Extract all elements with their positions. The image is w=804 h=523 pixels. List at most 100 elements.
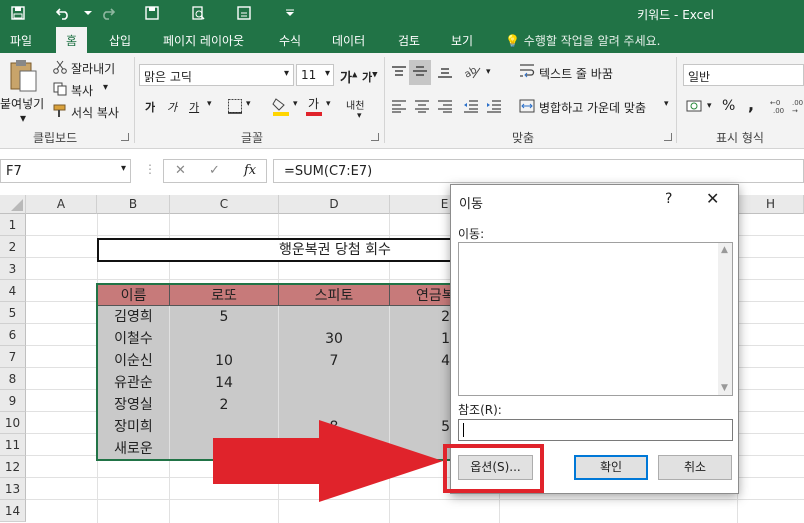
row-header-10[interactable]: 10: [0, 412, 26, 434]
align-top-icon[interactable]: [391, 65, 407, 82]
merge-dropdown-icon[interactable]: ▾: [664, 99, 669, 109]
fill-color-dropdown-icon[interactable]: ▾: [293, 99, 298, 109]
phonetic-dropdown-icon[interactable]: ▾: [357, 111, 362, 121]
row-header-8[interactable]: 8: [0, 368, 26, 390]
border-dropdown-icon[interactable]: ▾: [246, 99, 251, 109]
row-header-4[interactable]: 4: [0, 280, 26, 302]
column-header-h[interactable]: H: [738, 195, 804, 214]
column-header-c[interactable]: C: [170, 195, 279, 214]
row-header-2[interactable]: 2: [0, 236, 26, 258]
table-cell[interactable]: 이순신: [98, 350, 169, 372]
tab-insert[interactable]: 삽입: [109, 32, 131, 49]
confirm-entry-icon[interactable]: ✓: [209, 163, 220, 178]
cut-label[interactable]: 잘라내기: [71, 60, 115, 77]
paste-icon[interactable]: [8, 59, 38, 96]
font-name-select[interactable]: 맑은 고딕 ▾: [139, 64, 294, 86]
table-cell[interactable]: 김영희: [98, 306, 169, 328]
row-header-7[interactable]: 7: [0, 346, 26, 368]
clipboard-launcher-icon[interactable]: [121, 133, 129, 141]
reference-input[interactable]: [458, 419, 733, 441]
column-header-d[interactable]: D: [279, 195, 390, 214]
copy-icon[interactable]: [53, 82, 67, 99]
row-header-11[interactable]: 11: [0, 434, 26, 456]
font-size-select[interactable]: 11 ▾: [296, 64, 334, 86]
decrease-font-icon[interactable]: 가▼: [362, 69, 378, 85]
align-middle-icon[interactable]: [409, 60, 431, 85]
align-bottom-icon[interactable]: [437, 65, 453, 82]
table-cell[interactable]: [170, 328, 278, 350]
table-cell[interactable]: [279, 394, 389, 416]
table-cell[interactable]: [279, 372, 389, 394]
table-cell[interactable]: 5: [170, 306, 278, 328]
align-center-icon[interactable]: [414, 99, 430, 116]
format-painter-label[interactable]: 서식 복사: [71, 104, 119, 121]
header-cell-name[interactable]: 이름: [97, 284, 170, 306]
percent-icon[interactable]: %: [722, 98, 735, 114]
table-cell[interactable]: 30: [279, 328, 389, 350]
orientation-icon[interactable]: ab: [463, 64, 483, 83]
comma-style-icon[interactable]: ,: [748, 95, 754, 114]
format-painter-icon[interactable]: [53, 104, 67, 121]
font-launcher-icon[interactable]: [371, 133, 379, 141]
font-color-dropdown-icon[interactable]: ▾: [326, 99, 331, 109]
scroll-down-icon[interactable]: ▼: [721, 383, 728, 393]
table-cell[interactable]: 장미희: [98, 416, 169, 438]
sheet-title[interactable]: 행운복권 당첨 회수: [97, 238, 507, 262]
merge-center-label[interactable]: 병합하고 가운데 맞춤: [539, 99, 646, 116]
table-cell[interactable]: 이철수: [98, 328, 169, 350]
table-cell[interactable]: 14: [170, 372, 278, 394]
table-cell[interactable]: [279, 306, 389, 328]
scroll-up-icon[interactable]: ▲: [721, 245, 728, 255]
row-header-1[interactable]: 1: [0, 214, 26, 236]
tab-review[interactable]: 검토: [398, 32, 420, 49]
increase-decimal-icon[interactable]: ←0.00: [769, 98, 789, 117]
decrease-decimal-icon[interactable]: .00 →: [792, 98, 804, 117]
increase-indent-icon[interactable]: [486, 99, 502, 116]
column-header-a[interactable]: A: [26, 195, 97, 214]
wrap-text-label[interactable]: 텍스트 줄 바꿈: [539, 65, 613, 82]
copy-dropdown-icon[interactable]: ▾: [103, 82, 108, 93]
insert-function-icon[interactable]: fx: [244, 163, 256, 178]
bold-icon[interactable]: 가: [145, 99, 155, 115]
underline-icon[interactable]: 가: [189, 99, 199, 115]
column-header-b[interactable]: B: [97, 195, 170, 214]
number-format-select[interactable]: 일반: [683, 64, 804, 86]
table-cell[interactable]: 7: [279, 350, 389, 372]
paste-label[interactable]: 붙여넣기: [0, 95, 44, 112]
tab-file[interactable]: 파일: [10, 32, 32, 49]
select-all-corner[interactable]: [0, 195, 26, 214]
orientation-dropdown-icon[interactable]: ▾: [486, 67, 491, 77]
help-button[interactable]: ?: [665, 191, 672, 207]
tab-formulas[interactable]: 수식: [279, 32, 301, 49]
cut-icon[interactable]: [53, 60, 67, 77]
goto-list[interactable]: ▲ ▼: [458, 242, 733, 396]
tab-home[interactable]: 홈: [56, 27, 88, 53]
row-header-12[interactable]: 12: [0, 456, 26, 478]
scrollbar[interactable]: ▲ ▼: [718, 243, 732, 395]
paste-dropdown-icon[interactable]: ▾: [20, 111, 26, 125]
tab-data[interactable]: 데이터: [332, 32, 365, 49]
tell-me-box[interactable]: 💡 수행할 작업을 알려 주세요.: [505, 32, 660, 49]
merge-center-icon[interactable]: [519, 98, 535, 117]
table-cell[interactable]: 2: [170, 394, 278, 416]
row-header-3[interactable]: 3: [0, 258, 26, 280]
tab-view[interactable]: 보기: [451, 32, 473, 49]
formula-input[interactable]: =SUM(C7:E7): [273, 159, 804, 183]
cancel-entry-icon[interactable]: ✕: [175, 163, 186, 178]
increase-font-icon[interactable]: 가▲: [340, 67, 357, 86]
close-button[interactable]: ✕: [706, 189, 719, 208]
header-cell-lotto[interactable]: 로또: [169, 284, 279, 306]
alignment-launcher-icon[interactable]: [664, 133, 672, 141]
decrease-indent-icon[interactable]: [463, 99, 479, 116]
accounting-dropdown-icon[interactable]: ▾: [707, 101, 712, 111]
row-header-6[interactable]: 6: [0, 324, 26, 346]
row-header-13[interactable]: 13: [0, 478, 26, 500]
ok-button[interactable]: 확인: [574, 455, 648, 480]
cancel-button[interactable]: 취소: [658, 455, 732, 480]
table-cell[interactable]: 10: [170, 350, 278, 372]
align-right-icon[interactable]: [437, 99, 453, 116]
underline-dropdown-icon[interactable]: ▾: [207, 99, 212, 109]
border-icon[interactable]: [227, 98, 243, 117]
copy-label[interactable]: 복사: [71, 82, 93, 99]
align-left-icon[interactable]: [391, 99, 407, 116]
